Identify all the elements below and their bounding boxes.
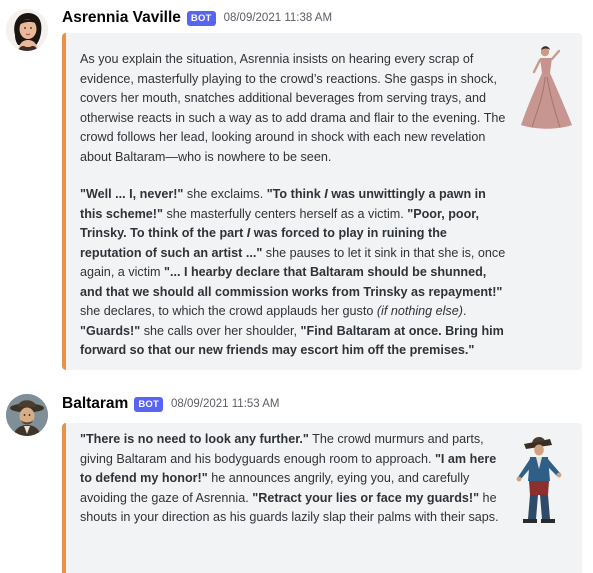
username[interactable]: Baltaram [62,395,128,413]
woman-portrait-icon [6,9,48,51]
embed: "There is no need to look any further." … [62,423,582,573]
embed-paragraph: "Well ... I, never!" she exclaims. "To t… [80,185,506,361]
narration: she exclaims. [183,187,267,201]
quote: "Guards!" [80,323,141,338]
bot-tag: BOT [186,10,216,26]
timestamp: 08/09/2021 11:53 AM [171,398,280,410]
embed-paragraph: As you explain the situation, Asrennia i… [80,52,506,164]
avatar[interactable] [6,394,48,436]
embed: As you explain the situation, Asrennia i… [62,33,582,370]
bot-tag: BOT [134,396,163,412]
narration: she declares, to which the crowd applaud… [80,304,377,318]
username[interactable]: Asrennia Vaville [62,9,181,27]
narration: she calls over her shoulder, [140,323,301,338]
quote: "Well ... I, never!" [80,187,184,201]
narration-italic: (if nothing else) [376,304,463,318]
man-in-hat-portrait-icon [6,394,48,436]
woman-in-gown-icon [521,46,572,129]
quote-part: "To think [266,187,325,201]
embed-description: As you explain the situation, Asrennia i… [80,50,506,379]
embed-thumbnail[interactable] [498,433,578,525]
quote: "There is no need to look any further." [80,432,309,446]
embed-paragraph: "There is no need to look any further." … [80,430,506,528]
quote: "Retract your lies or face my guards!" [252,490,480,505]
embed-description: "There is no need to look any further." … [80,430,506,546]
avatar[interactable] [6,9,48,51]
embed-thumbnail[interactable] [512,43,582,131]
message-header: Baltaram BOT 08/09/2021 11:53 AM [62,394,280,414]
timestamp: 08/09/2021 11:38 AM [223,12,333,24]
narration: . [462,304,467,318]
message-header: Asrennia Vaville BOT 08/09/2021 11:38 AM [62,8,332,28]
narration: she masterfully centers herself as a vic… [162,206,408,221]
man-in-hat-figure-icon [516,437,562,523]
